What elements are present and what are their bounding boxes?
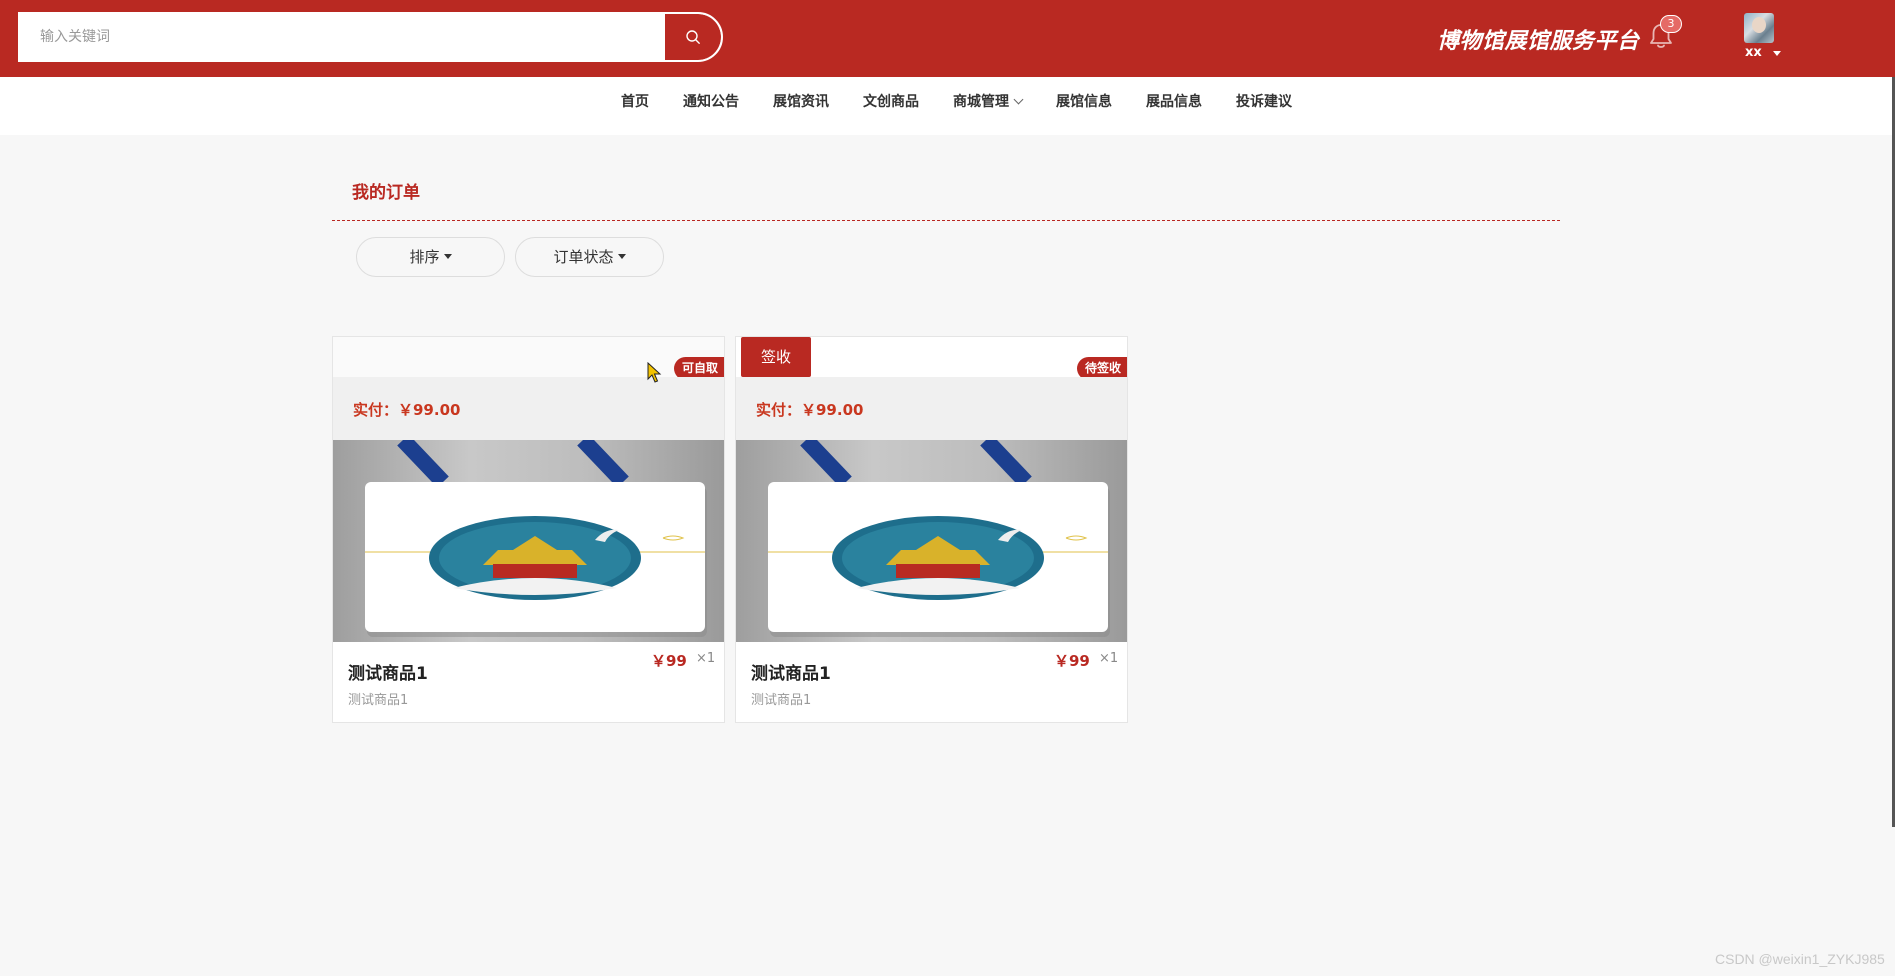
product-quantity: ×1 <box>1099 651 1119 666</box>
product-quantity: ×1 <box>696 651 716 666</box>
nav-item-news[interactable]: 展馆资讯 <box>756 77 846 135</box>
nav-item-label: 通知公告 <box>683 94 739 110</box>
paid-amount: 实付：￥99.00 <box>756 401 864 419</box>
watermark: CSDN @weixin1_ZYKJ985 <box>1715 951 1885 967</box>
product-subtitle: 测试商品1 <box>751 693 812 708</box>
product-subtitle: 测试商品1 <box>348 693 409 708</box>
order-card[interactable]: 签收 待签收 实付：￥99.00 测试商品1 测试商品1 ￥99 ×1 <box>735 336 1128 723</box>
sort-dropdown[interactable]: 排序 <box>356 237 505 277</box>
page-title: 我的订单 <box>352 183 420 203</box>
caret-down-icon[interactable] <box>1773 51 1781 56</box>
nav-item-shop-management[interactable]: 商城管理 <box>936 77 1039 135</box>
product-illustration <box>365 440 707 637</box>
search-input[interactable] <box>20 14 665 60</box>
nav-item-complaints[interactable]: 投诉建议 <box>1219 77 1309 135</box>
card-header <box>333 337 724 377</box>
nav-item-label: 文创商品 <box>863 94 919 110</box>
nav-item-label: 展馆资讯 <box>773 94 829 110</box>
product-illustration <box>768 440 1110 637</box>
product-image[interactable] <box>736 440 1127 642</box>
order-card[interactable]: 可自取 实付：￥99.00 测试商品1 测试商品1 ￥99 ×1 <box>332 336 725 723</box>
top-header: 博物馆展馆服务平台 3 xx <box>0 0 1895 77</box>
nav-item-products[interactable]: 文创商品 <box>846 77 936 135</box>
product-image[interactable] <box>333 440 724 642</box>
mouse-cursor-icon <box>647 362 662 383</box>
nav-item-exhibit-info[interactable]: 展品信息 <box>1129 77 1219 135</box>
nav-item-home[interactable]: 首页 <box>604 77 666 135</box>
avatar[interactable] <box>1744 13 1774 43</box>
product-price: ￥99 <box>651 652 687 670</box>
nav-item-label: 展馆信息 <box>1056 94 1112 110</box>
search-button[interactable] <box>665 14 721 60</box>
product-price: ￥99 <box>1054 652 1090 670</box>
nav-item-label: 展品信息 <box>1146 94 1202 110</box>
user-name[interactable]: xx <box>1745 45 1762 60</box>
nav-item-notices[interactable]: 通知公告 <box>666 77 756 135</box>
card-paid-row: 实付：￥99.00 <box>333 377 724 440</box>
product-name: 测试商品1 <box>348 664 428 684</box>
main-nav: 首页 通知公告 展馆资讯 文创商品 商城管理 展馆信息 展品信息 投诉建议 <box>0 77 1895 135</box>
order-status-label: 订单状态 <box>553 248 614 266</box>
search-icon <box>686 30 700 44</box>
paid-amount: 实付：￥99.00 <box>353 401 461 419</box>
notification-badge: 3 <box>1660 15 1682 33</box>
sort-label: 排序 <box>409 248 440 266</box>
chevron-down-icon <box>1013 94 1024 105</box>
nav-item-label: 首页 <box>621 94 649 110</box>
nav-item-label: 投诉建议 <box>1236 94 1292 110</box>
card-paid-row: 实付：￥99.00 <box>736 377 1127 440</box>
caret-down-icon <box>443 254 452 259</box>
nav-item-hall-info[interactable]: 展馆信息 <box>1039 77 1129 135</box>
platform-title: 博物馆展馆服务平台 <box>1437 29 1640 54</box>
sign-button[interactable]: 签收 <box>741 337 811 377</box>
avatar-face <box>1752 17 1766 33</box>
caret-down-icon <box>617 254 626 259</box>
product-name: 测试商品1 <box>751 664 831 684</box>
nav-item-label: 商城管理 <box>953 94 1009 110</box>
order-status-dropdown[interactable]: 订单状态 <box>515 237 664 277</box>
divider <box>332 220 1560 221</box>
search-bar <box>18 12 723 62</box>
